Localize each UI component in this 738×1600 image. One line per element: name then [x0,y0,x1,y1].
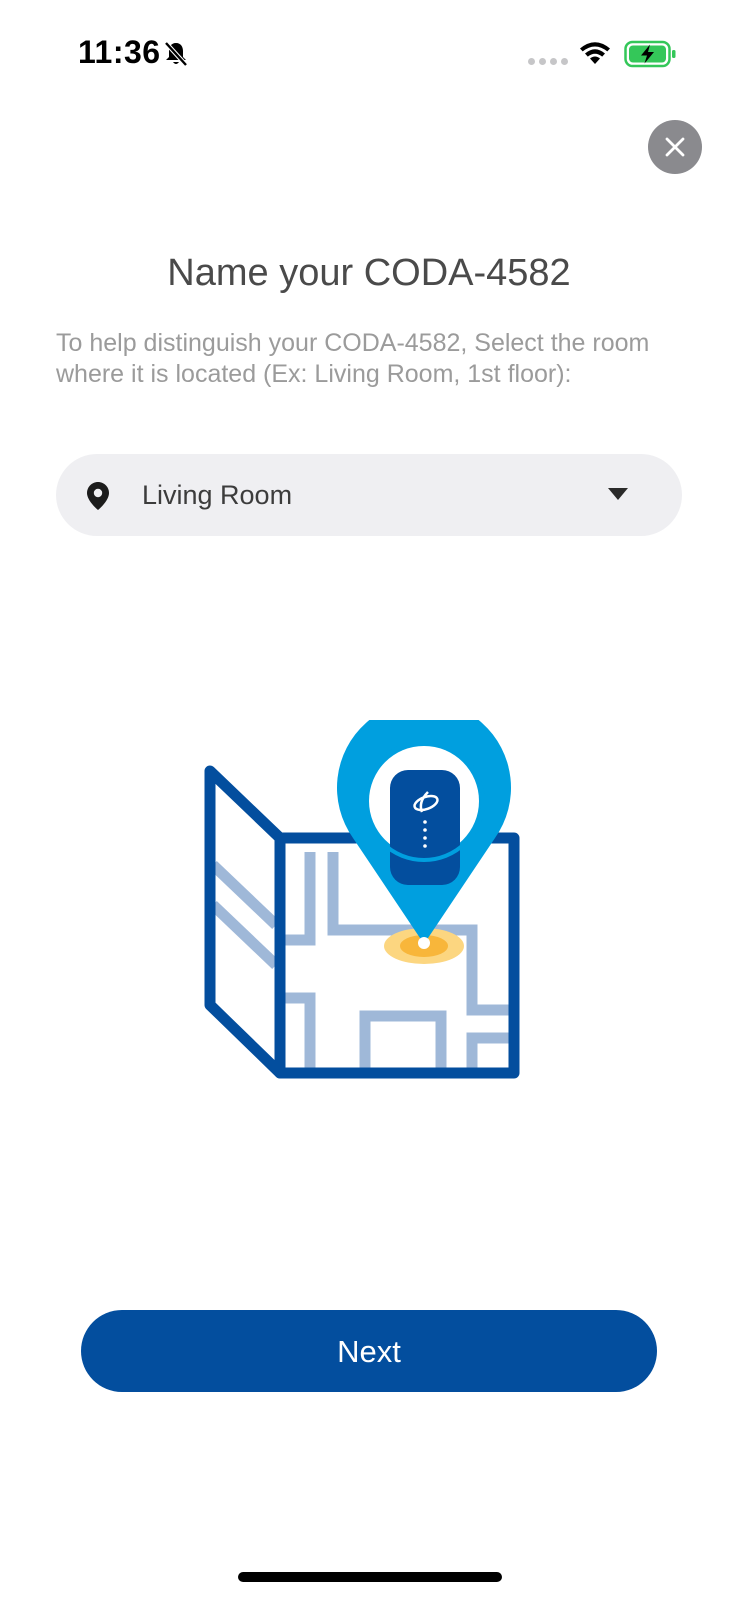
bell-slash-icon [164,41,188,67]
cellular-signal-icon [528,58,568,65]
battery-charging-icon [624,40,676,68]
page-subtitle: To help distinguish your CODA-4582, Sele… [56,329,650,388]
status-bar: 11:36 [0,0,738,110]
caret-down-icon [608,488,628,500]
wifi-icon [580,42,610,64]
status-time: 11:36 [78,34,161,70]
room-select-value: Living Room [142,480,293,510]
map-with-location-pin-icon [204,720,520,1079]
next-button[interactable]: Next [81,1310,657,1392]
page-title: Name your CODA-4582 [167,252,571,294]
home-indicator[interactable] [238,1572,502,1582]
close-icon [665,137,685,157]
location-pin-icon [87,482,109,510]
close-button[interactable] [648,120,702,174]
floor-plan-walls [209,852,514,1070]
room-select-dropdown[interactable]: Living Room [56,454,682,536]
